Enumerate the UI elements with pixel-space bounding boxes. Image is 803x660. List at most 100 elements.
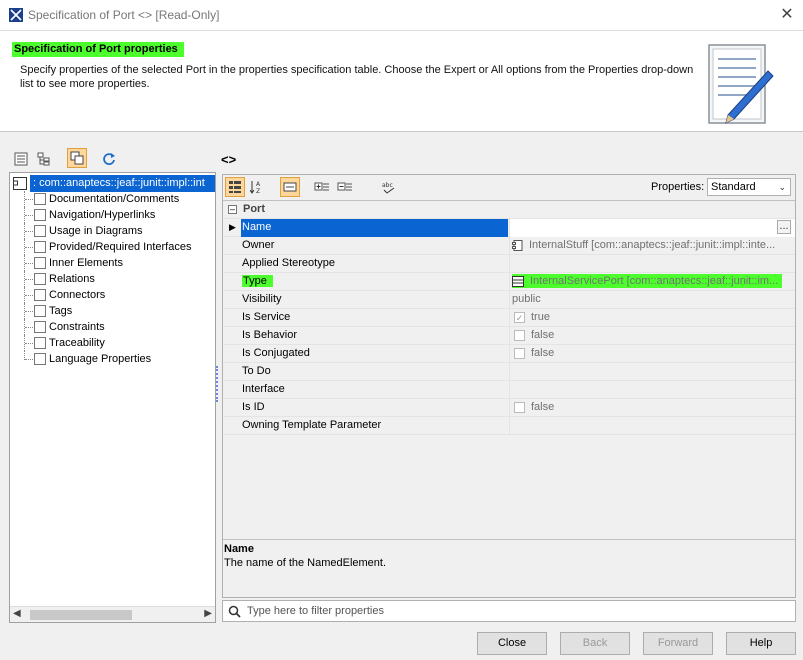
checkbox-icon[interactable] [514,347,525,359]
property-description-area: Name The name of the NamedElement. [223,539,795,597]
sort-az-icon: A Z [250,181,261,194]
property-row-visibility[interactable]: Visibility public [223,291,795,309]
panel-splitter[interactable] [216,366,218,402]
property-value-field[interactable] [509,255,795,273]
property-row-is-service[interactable]: Is Service ✓ true [223,309,795,327]
property-value-field[interactable]: false [509,399,795,417]
categorized-view-button[interactable] [225,177,245,197]
tree-item-label: Tags [49,305,73,317]
tree-item-usage[interactable]: Usage in Diagrams [10,223,215,239]
list-view-button[interactable] [11,149,31,169]
property-row-to-do[interactable]: To Do [223,363,795,381]
filter-input[interactable]: Type here to filter properties [222,600,796,622]
close-window-button[interactable]: ✕ [778,6,796,24]
property-value-field[interactable]: public [509,291,795,309]
tree-item-inner-elements[interactable]: Inner Elements [10,255,215,271]
property-row-owning-template-parameter[interactable]: Owning Template Parameter [223,417,795,435]
svg-text:abc: abc [382,182,393,189]
expand-all-button[interactable] [312,177,332,197]
property-value-field[interactable] [509,363,795,381]
page-icon [34,209,46,221]
page-icon [34,289,46,301]
scrollbar-thumb[interactable] [30,610,132,620]
tree-item-navigation[interactable]: Navigation/Hyperlinks [10,207,215,223]
ellipsis-button[interactable]: ... [777,220,791,234]
group-label: Port [243,203,265,215]
property-value-field[interactable]: InternalServicePort [com::anaptecs::jeaf… [509,273,795,291]
group-header-port[interactable]: – Port [223,201,795,219]
property-value-field[interactable]: ... [509,219,795,237]
property-row-interface[interactable]: Interface [223,381,795,399]
svg-text:A: A [256,181,261,188]
page-icon [34,257,46,269]
property-row-is-behavior[interactable]: Is Behavior false [223,327,795,345]
specification-tree[interactable]: : com::anaptecs::jeaf::junit::impl::int … [9,172,216,623]
spelling-check-button[interactable]: abc [379,177,399,197]
property-value-field[interactable]: false [509,327,795,345]
tree-item-documentation[interactable]: Documentation/Comments [10,191,215,207]
property-value-field[interactable]: false [509,345,795,363]
back-button[interactable]: Back [560,632,630,655]
tree-item-interfaces[interactable]: Provided/Required Interfaces [10,239,215,255]
properties-toolbar: A Z abc Properties: Standard ⌄ [223,175,795,199]
tree-item-relations[interactable]: Relations [10,271,215,287]
tree-item-connectors[interactable]: Connectors [10,287,215,303]
property-name: Is Service [242,311,291,323]
description-icon [283,182,297,192]
property-row-owner[interactable]: Owner InternalStuff [com::anaptecs::jeaf… [223,237,795,255]
current-row-arrow-icon: ▶ [229,222,236,232]
properties-mode-label: Properties: [651,181,705,193]
list-view-icon [14,152,28,166]
page-icon [34,337,46,349]
tree-item-label: Language Properties [49,353,152,365]
tree-item-label: Connectors [49,289,106,301]
property-value-field[interactable] [509,417,795,435]
svg-text:Z: Z [256,188,260,194]
page-icon [34,321,46,333]
tree-root-item[interactable]: : com::anaptecs::jeaf::junit::impl::int [10,175,215,192]
help-button[interactable]: Help [726,632,796,655]
forward-button[interactable]: Forward [643,632,713,655]
property-value-field[interactable]: ✓ true [509,309,795,327]
property-row-type[interactable]: Type InternalServicePort [com::anaptecs:… [223,273,795,291]
sort-alphabetical-button[interactable]: A Z [247,177,267,197]
tree-item-constraints[interactable]: Constraints [10,319,215,335]
refresh-button[interactable] [99,149,119,169]
property-name: Is Behavior [242,329,298,341]
properties-mode-select[interactable]: Standard ⌄ [707,178,791,196]
property-row-applied-stereotype[interactable]: Applied Stereotype [223,255,795,273]
collapse-all-button[interactable] [335,177,355,197]
checkbox-checked-icon[interactable]: ✓ [514,311,525,323]
element-title: <> [221,152,237,167]
tree-view-button[interactable] [34,149,54,169]
checkbox-icon[interactable] [514,401,525,413]
property-row-is-id[interactable]: Is ID false [223,399,795,417]
refresh-icon [103,153,115,165]
filter-placeholder: Type here to filter properties [247,605,384,617]
scroll-left-arrow-icon[interactable]: ◀ [13,608,21,619]
copy-icon [70,151,84,165]
property-value-field[interactable] [509,381,795,399]
property-value: InternalServicePort [com::anaptecs::jeaf… [530,275,779,287]
tree-item-language-properties[interactable]: Language Properties [10,351,215,367]
copy-view-button[interactable] [67,148,87,168]
property-name: To Do [242,365,271,377]
property-row-is-conjugated[interactable]: Is Conjugated false [223,345,795,363]
close-button[interactable]: Close [477,632,547,655]
property-name: Name [241,219,508,237]
title-bar: Specification of Port <> [Read-Only] ✕ [0,0,803,30]
properties-panel: A Z abc Properties: Standard ⌄ – Port ▶ … [222,174,796,598]
window-title: Specification of Port <> [Read-Only] [28,8,220,22]
scroll-right-arrow-icon[interactable]: ▶ [204,608,212,619]
tree-item-label: Navigation/Hyperlinks [49,209,156,221]
tree-horizontal-scrollbar[interactable]: ◀ ▶ [10,606,215,622]
property-name: Is Conjugated [242,347,310,359]
tree-item-traceability[interactable]: Traceability [10,335,215,351]
tree-item-tags[interactable]: Tags [10,303,215,319]
page-icon [34,273,46,285]
property-row-name[interactable]: ▶ Name ... [223,219,795,237]
checkbox-icon[interactable] [514,329,525,341]
show-description-button[interactable] [280,177,300,197]
property-value-field[interactable]: InternalStuff [com::anaptecs::jeaf::juni… [509,237,795,255]
collapse-group-icon[interactable]: – [228,205,237,214]
